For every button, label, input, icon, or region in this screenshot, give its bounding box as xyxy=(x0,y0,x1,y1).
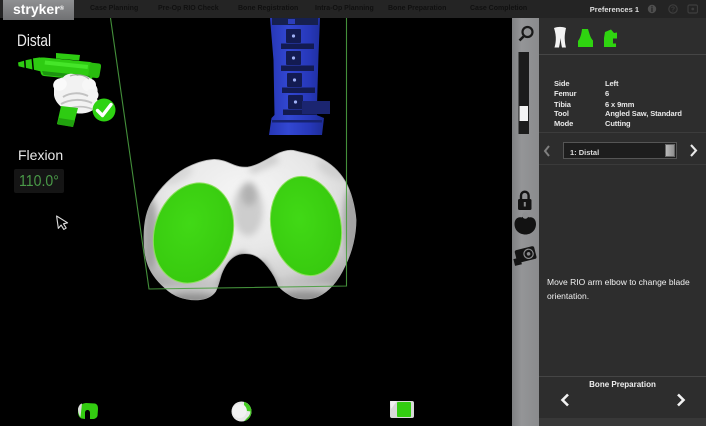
svg-text:i: i xyxy=(651,5,653,14)
svg-text:?: ? xyxy=(671,7,675,14)
